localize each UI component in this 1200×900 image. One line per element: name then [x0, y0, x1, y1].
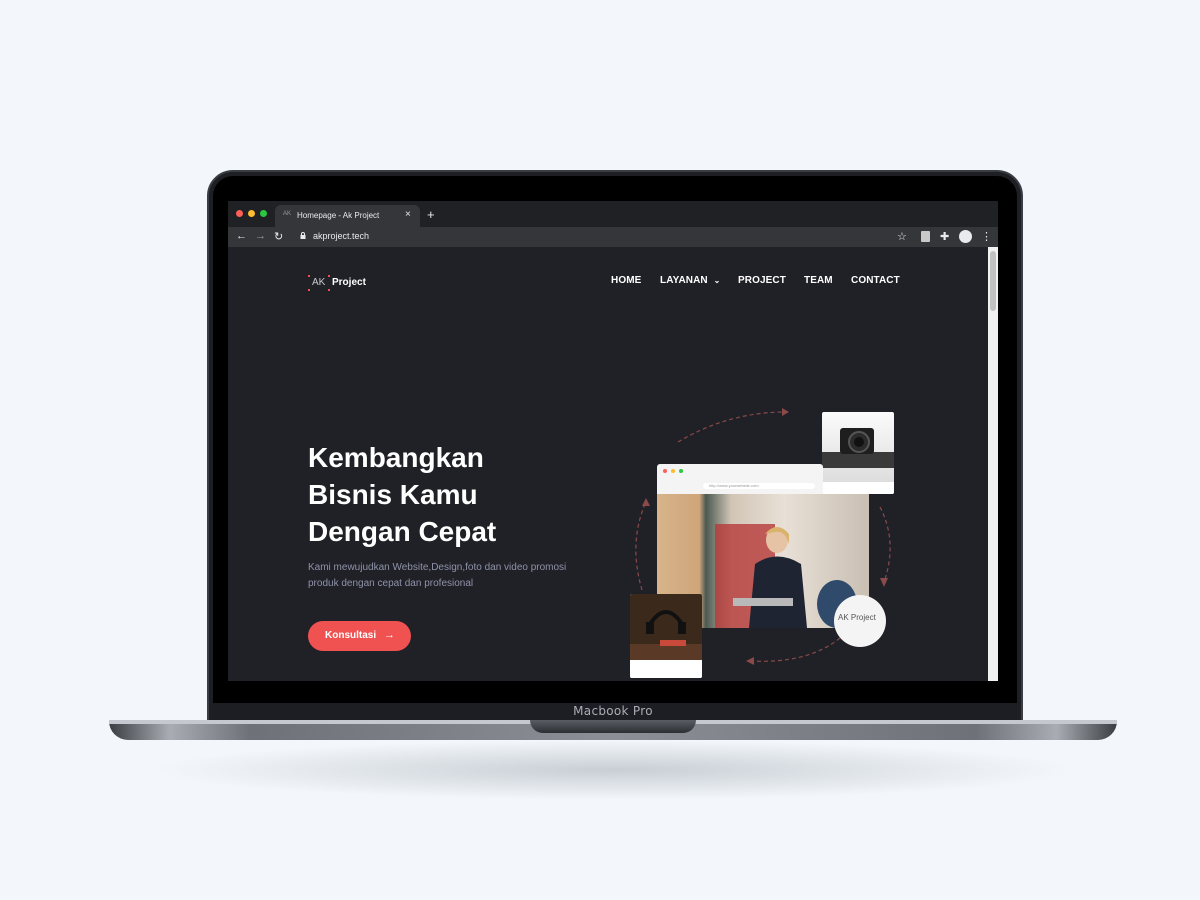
browser-tab[interactable]: AK Homepage - Ak Project × — [275, 205, 420, 227]
circle-logo-text: AK Project — [838, 613, 876, 622]
scrollbar-thumb[interactable] — [990, 251, 996, 311]
mini-url-text: http://www.yourwebsite.com — [709, 483, 759, 488]
reload-icon[interactable]: ↻ — [274, 230, 283, 243]
puzzle-icon[interactable]: ✚ — [940, 230, 949, 243]
minimize-window-button[interactable] — [248, 210, 255, 217]
bookmark-star-icon[interactable]: ☆ — [897, 230, 907, 243]
favicon-icon: AK — [283, 211, 292, 217]
extension-icon[interactable] — [921, 231, 930, 242]
tab-title: Homepage - Ak Project — [297, 211, 380, 220]
lock-icon — [300, 232, 306, 239]
hero-subtitle: Kami mewujudkan Website,Design,foto dan … — [308, 560, 578, 592]
model-label: Macbook Pro — [573, 704, 653, 718]
headphones-icon — [630, 594, 702, 678]
forward-icon[interactable]: → — [255, 230, 266, 242]
logo-corner-dot — [328, 275, 330, 277]
mini-dot — [663, 469, 667, 473]
site-logo[interactable]: AK Project — [308, 275, 376, 293]
page-scrollbar[interactable] — [988, 247, 998, 681]
hero-subtitle-line: Kami mewujudkan Website,Design,foto dan … — [308, 562, 567, 573]
music-photo — [630, 594, 702, 678]
nav-team[interactable]: TEAM — [804, 275, 833, 286]
arrow-right-icon: → — [384, 629, 395, 641]
browser-toolbar: ← → ↻ akproject.tech ☆ ✚ ⋮ — [228, 227, 998, 247]
hero-title-line: Dengan Cepat — [308, 516, 497, 547]
laptop-shadow — [150, 740, 1076, 800]
screen: AK Homepage - Ak Project × + ← → ↻ akpro… — [228, 201, 998, 681]
logo-corner-dot — [308, 289, 310, 291]
nav-project[interactable]: PROJECT — [738, 275, 786, 286]
bezel-bottom — [213, 681, 1017, 703]
hero-illustration: http://www.yourwebsite.com AK Project — [608, 402, 908, 681]
menu-kebab-icon[interactable]: ⋮ — [981, 230, 992, 243]
camera-photo — [822, 412, 894, 494]
maximize-window-button[interactable] — [260, 210, 267, 217]
mini-browser-mockup: http://www.yourwebsite.com — [657, 464, 823, 494]
hero-title-line: Bisnis Kamu — [308, 479, 478, 510]
logo-corner-dot — [328, 289, 330, 291]
logo-project: Project — [332, 277, 366, 288]
konsultasi-label: Konsultasi — [325, 630, 377, 641]
nav-layanan-label: LAYANAN — [660, 275, 708, 286]
logo-ak: AK — [312, 277, 326, 288]
hero-title: Kembangkan Bisnis Kamu Dengan Cepat — [308, 439, 568, 550]
hero-subtitle-line: produk dengan cepat dan profesional — [308, 578, 474, 589]
nav-contact[interactable]: CONTACT — [851, 275, 900, 286]
close-window-button[interactable] — [236, 210, 243, 217]
camera-icon — [822, 428, 894, 494]
mini-dot — [671, 469, 675, 473]
profile-avatar-icon[interactable] — [959, 230, 972, 243]
tab-close-icon[interactable]: × — [405, 209, 411, 220]
address-bar[interactable]: akproject.tech — [313, 231, 369, 241]
laptop-notch — [530, 720, 696, 733]
new-tab-icon[interactable]: + — [427, 207, 435, 222]
circle-logo-badge: AK Project — [834, 595, 886, 647]
website-page: AK Project HOME LAYANAN ⌄ PROJECT TEAM C… — [228, 247, 988, 681]
nav-layanan[interactable]: LAYANAN ⌄ — [660, 275, 720, 286]
back-icon[interactable]: ← — [236, 230, 247, 242]
mini-dot — [679, 469, 683, 473]
logo-corner-dot — [308, 275, 310, 277]
konsultasi-button[interactable]: Konsultasi → — [308, 621, 411, 651]
hero-title-line: Kembangkan — [308, 442, 484, 473]
browser-tab-bar: AK Homepage - Ak Project × + — [228, 201, 998, 227]
nav-home[interactable]: HOME — [611, 275, 641, 286]
chevron-down-icon: ⌄ — [713, 276, 721, 285]
